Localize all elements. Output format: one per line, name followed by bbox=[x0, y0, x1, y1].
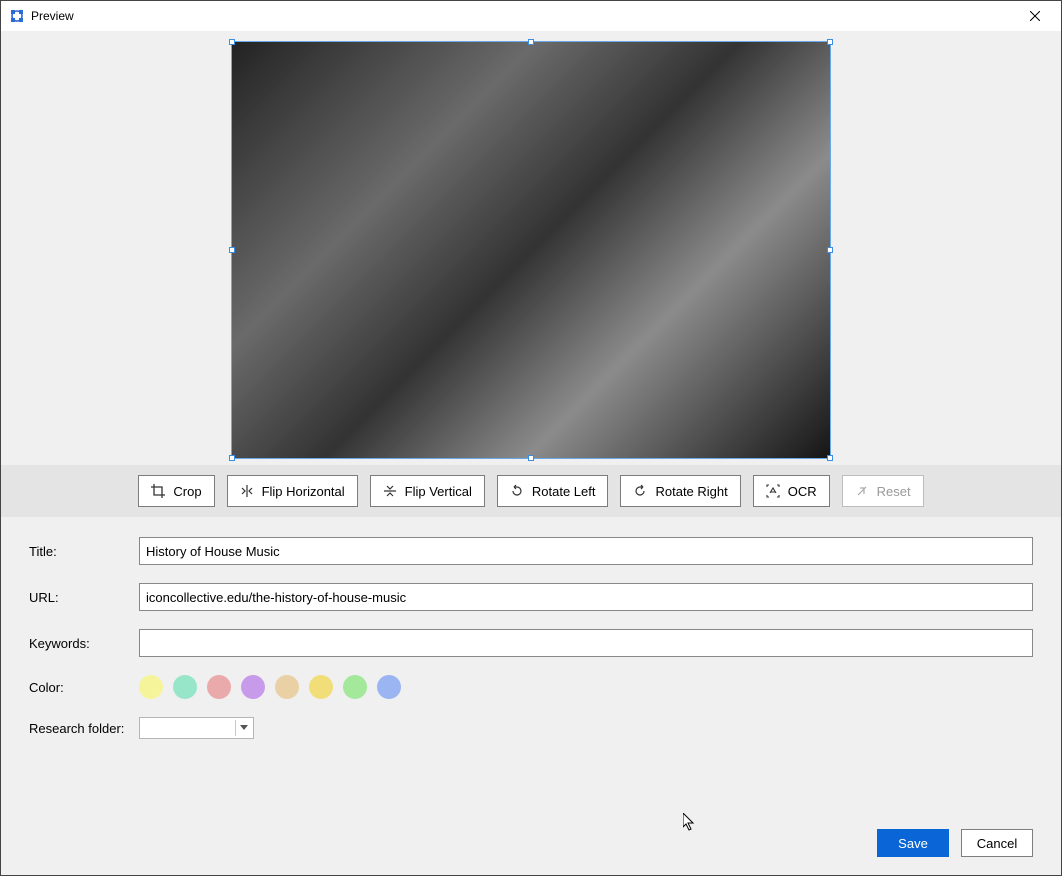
label-research-folder: Research folder: bbox=[29, 721, 125, 736]
label-color: Color: bbox=[29, 680, 125, 695]
reset-icon bbox=[855, 484, 869, 498]
color-swatch-2[interactable] bbox=[207, 675, 231, 699]
research-folder-select[interactable] bbox=[139, 717, 254, 739]
crop-label: Crop bbox=[173, 484, 201, 499]
preview-window: Preview Crop bbox=[0, 0, 1062, 876]
color-swatch-4[interactable] bbox=[275, 675, 299, 699]
save-label: Save bbox=[898, 836, 928, 851]
ocr-button[interactable]: OCR bbox=[753, 475, 830, 507]
color-swatch-7[interactable] bbox=[377, 675, 401, 699]
flip-horizontal-button[interactable]: Flip Horizontal bbox=[227, 475, 358, 507]
resize-handle-br[interactable] bbox=[827, 455, 833, 461]
row-url: URL: bbox=[29, 583, 1033, 611]
url-input[interactable] bbox=[139, 583, 1033, 611]
resize-handle-bl[interactable] bbox=[229, 455, 235, 461]
row-keywords: Keywords: bbox=[29, 629, 1033, 657]
rotate-left-button[interactable]: Rotate Left bbox=[497, 475, 609, 507]
flip-horizontal-icon bbox=[240, 484, 254, 498]
color-swatch-6[interactable] bbox=[343, 675, 367, 699]
reset-label: Reset bbox=[877, 484, 911, 499]
keywords-input[interactable] bbox=[139, 629, 1033, 657]
chevron-down-icon bbox=[235, 720, 251, 736]
app-icon bbox=[9, 8, 25, 24]
color-swatch-0[interactable] bbox=[139, 675, 163, 699]
titlebar: Preview bbox=[1, 1, 1061, 31]
save-button[interactable]: Save bbox=[877, 829, 949, 857]
flip-horizontal-label: Flip Horizontal bbox=[262, 484, 345, 499]
resize-handle-bm[interactable] bbox=[528, 455, 534, 461]
flip-vertical-icon bbox=[383, 484, 397, 498]
color-swatches bbox=[139, 675, 401, 699]
preview-image bbox=[232, 42, 830, 458]
close-icon bbox=[1030, 11, 1040, 21]
color-swatch-3[interactable] bbox=[241, 675, 265, 699]
rotate-left-icon bbox=[510, 484, 524, 498]
flip-vertical-label: Flip Vertical bbox=[405, 484, 472, 499]
cancel-label: Cancel bbox=[977, 836, 1017, 851]
rotate-right-icon bbox=[633, 484, 647, 498]
ocr-icon bbox=[766, 484, 780, 498]
resize-handle-tl[interactable] bbox=[229, 39, 235, 45]
row-title: Title: bbox=[29, 537, 1033, 565]
image-toolbar: Crop Flip Horizontal Flip Vertical Rotat… bbox=[1, 465, 1061, 517]
rotate-left-label: Rotate Left bbox=[532, 484, 596, 499]
rotate-right-button[interactable]: Rotate Right bbox=[620, 475, 740, 507]
row-color: Color: bbox=[29, 675, 1033, 699]
preview-image-selection[interactable] bbox=[231, 41, 831, 459]
window-title: Preview bbox=[31, 9, 74, 23]
color-swatch-5[interactable] bbox=[309, 675, 333, 699]
footer: Save Cancel bbox=[1, 823, 1061, 875]
cancel-button[interactable]: Cancel bbox=[961, 829, 1033, 857]
row-research-folder: Research folder: bbox=[29, 717, 1033, 739]
resize-handle-tm[interactable] bbox=[528, 39, 534, 45]
flip-vertical-button[interactable]: Flip Vertical bbox=[370, 475, 485, 507]
reset-button: Reset bbox=[842, 475, 924, 507]
label-keywords: Keywords: bbox=[29, 636, 125, 651]
preview-area bbox=[1, 31, 1061, 465]
ocr-label: OCR bbox=[788, 484, 817, 499]
color-swatch-1[interactable] bbox=[173, 675, 197, 699]
title-input[interactable] bbox=[139, 537, 1033, 565]
form-area: Title: URL: Keywords: Color: bbox=[1, 517, 1061, 823]
rotate-right-label: Rotate Right bbox=[655, 484, 727, 499]
crop-icon bbox=[151, 484, 165, 498]
close-button[interactable] bbox=[1017, 4, 1053, 28]
label-url: URL: bbox=[29, 590, 125, 605]
resize-handle-ml[interactable] bbox=[229, 247, 235, 253]
crop-button[interactable]: Crop bbox=[138, 475, 214, 507]
resize-handle-tr[interactable] bbox=[827, 39, 833, 45]
resize-handle-mr[interactable] bbox=[827, 247, 833, 253]
label-title: Title: bbox=[29, 544, 125, 559]
